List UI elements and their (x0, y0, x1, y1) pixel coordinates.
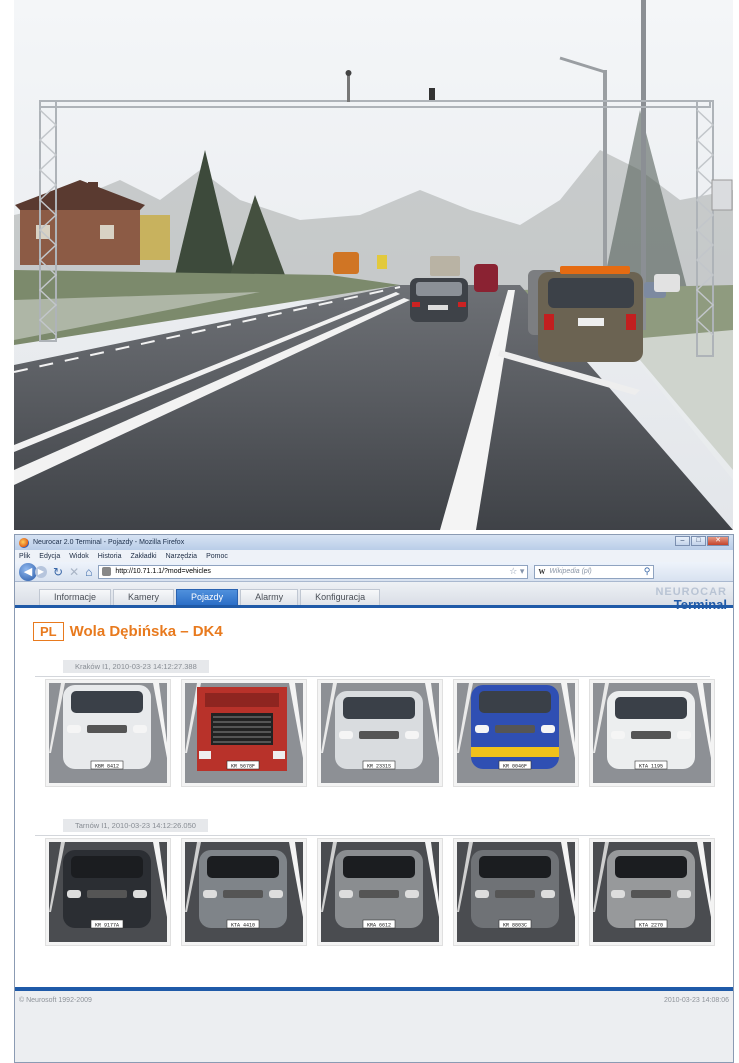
tab-konfiguracja[interactable]: Konfiguracja (300, 589, 381, 605)
tab-kamery[interactable]: Kamery (113, 589, 175, 605)
bookmark-star-icon[interactable]: ☆ ▾ (509, 566, 524, 577)
plate-text: KBR 8412 (95, 764, 119, 770)
search-icon[interactable]: ⚲ (644, 566, 651, 577)
window-controls: – □ ✕ (675, 536, 729, 546)
vehicle-photo: KR 5678F (185, 683, 303, 783)
tab-informacje[interactable]: Informacje (39, 589, 112, 605)
composite-image: Neurocar 2.0 Terminal - Pojazdy - Mozill… (0, 0, 739, 1063)
group-divider (35, 676, 710, 677)
menu-historia[interactable]: Historia (98, 553, 122, 560)
site-favicon-icon (102, 567, 112, 576)
forward-button[interactable]: ▶ (35, 565, 47, 578)
reload-icon[interactable]: ↻ (53, 565, 63, 579)
brand-logo: NEUROCAR Terminal (655, 587, 727, 612)
plate-text: KR 2331S (367, 764, 391, 770)
firefox-logo-icon (19, 537, 29, 548)
app-footer: © Neurosoft 1992-2009 2010-03-23 14:08:0… (15, 987, 733, 1062)
home-icon[interactable]: ⌂ (85, 565, 92, 579)
plate-text: KR 0046F (503, 764, 527, 770)
app-tabs: Informacje Kamery Pojazdy Alarmy Konfigu… (39, 589, 381, 605)
vehicle-photo: KR 0046F (457, 683, 575, 783)
plate-text: KR 8803C (503, 923, 527, 929)
road-gantry-photo (0, 0, 739, 530)
site-title: Wola Dębińska – DK4 (69, 623, 223, 640)
tab-alarmy[interactable]: Alarmy (240, 589, 299, 605)
minimize-button[interactable]: – (675, 536, 690, 546)
vehicle-thumbnail[interactable]: KR 9177A (45, 838, 171, 946)
vehicle-photo: KRA 6612 (321, 842, 439, 942)
camera-group: Tarnów I1, 2010-03-23 14:12:26.050 KR 91… (35, 819, 715, 959)
vehicle-thumbnail[interactable]: KR 5678F (181, 679, 307, 787)
vehicle-thumbnail[interactable]: KTA 2270 (589, 838, 715, 946)
plate-text: KTA 1195 (639, 764, 663, 770)
footer-copyright: © Neurosoft 1992-2009 (19, 997, 92, 1004)
footer-datetime: 2010-03-23 14:08:06 (664, 997, 729, 1004)
vehicle-thumbnail[interactable]: KR 8803C (453, 838, 579, 946)
search-placeholder: Wikipedia (pl) (549, 568, 592, 575)
navigation-toolbar: ◀ ▶ ↻ ✕ ⌂ http://10.71.1.1/?mod=vehicles… (15, 562, 733, 582)
plate-text: KTA 2270 (639, 923, 663, 929)
plate-text: KTA 4410 (231, 923, 255, 929)
group-divider (35, 835, 710, 836)
camera-group-label: Tarnów I1, 2010-03-23 14:12:26.050 (63, 819, 208, 832)
browser-window: Neurocar 2.0 Terminal - Pojazdy - Mozill… (14, 534, 734, 1063)
app-tabstrip: Informacje Kamery Pojazdy Alarmy Konfigu… (15, 582, 733, 612)
brand-bottom: Terminal (673, 597, 727, 612)
menu-bar: Plik Edycja Widok Historia Zakładki Narz… (15, 550, 733, 562)
site-header: PL Wola Dębińska – DK4 (33, 622, 223, 641)
country-badge: PL (33, 622, 64, 641)
menu-edycja[interactable]: Edycja (39, 553, 60, 560)
menu-plik[interactable]: Plik (19, 553, 30, 560)
vehicle-photo: KR 9177A (49, 842, 167, 942)
vehicle-thumbnails: KBR 8412 KR 5678F KR 2331S KR 0046F KTA 1195 (45, 679, 715, 787)
camera-group-label: Kraków I1, 2010-03-23 14:12:27.388 (63, 660, 209, 673)
address-bar[interactable]: http://10.71.1.1/?mod=vehicles ☆ ▾ (98, 564, 529, 579)
neurocar-app: Informacje Kamery Pojazdy Alarmy Konfigu… (15, 582, 733, 1062)
maximize-button[interactable]: □ (691, 536, 706, 546)
vehicle-photo: KTA 4410 (185, 842, 303, 942)
vehicle-photo: KBR 8412 (49, 683, 167, 783)
menu-zakladki[interactable]: Zakładki (130, 553, 156, 560)
vehicle-thumbnail[interactable]: KR 0046F (453, 679, 579, 787)
vehicle-photo: KR 2331S (321, 683, 439, 783)
vehicle-thumbnail[interactable]: KTA 4410 (181, 838, 307, 946)
search-engine-icon[interactable]: W (538, 568, 545, 576)
plate-text: KR 9177A (95, 923, 119, 929)
plate-text: KRA 6612 (367, 923, 391, 929)
vehicle-thumbnail[interactable]: KRA 6612 (317, 838, 443, 946)
vehicle-thumbnail[interactable]: KTA 1195 (589, 679, 715, 787)
close-window-button[interactable]: ✕ (707, 536, 729, 546)
address-url: http://10.71.1.1/?mod=vehicles (115, 568, 211, 575)
tab-pojazdy[interactable]: Pojazdy (176, 589, 239, 605)
menu-widok[interactable]: Widok (69, 553, 88, 560)
vehicle-photo: KR 8803C (457, 842, 575, 942)
window-titlebar: Neurocar 2.0 Terminal - Pojazdy - Mozill… (15, 535, 733, 550)
vehicle-photo: KTA 2270 (593, 842, 711, 942)
camera-group: Kraków I1, 2010-03-23 14:12:27.388 KBR 8… (35, 660, 715, 800)
search-box[interactable]: W Wikipedia (pl) ⚲ (534, 564, 655, 579)
vehicle-thumbnails: KR 9177A KTA 4410 KRA 6612 KR 8803C KTA 2270 (45, 838, 715, 946)
menu-pomoc[interactable]: Pomoc (206, 553, 228, 560)
stop-icon[interactable]: ✕ (69, 565, 79, 579)
vehicle-thumbnail[interactable]: KR 2331S (317, 679, 443, 787)
window-title: Neurocar 2.0 Terminal - Pojazdy - Mozill… (33, 539, 185, 546)
vehicle-thumbnail[interactable]: KBR 8412 (45, 679, 171, 787)
vehicle-photo: KTA 1195 (593, 683, 711, 783)
menu-narzedzia[interactable]: Narzędzia (166, 553, 198, 560)
plate-text: KR 5678F (231, 764, 255, 770)
